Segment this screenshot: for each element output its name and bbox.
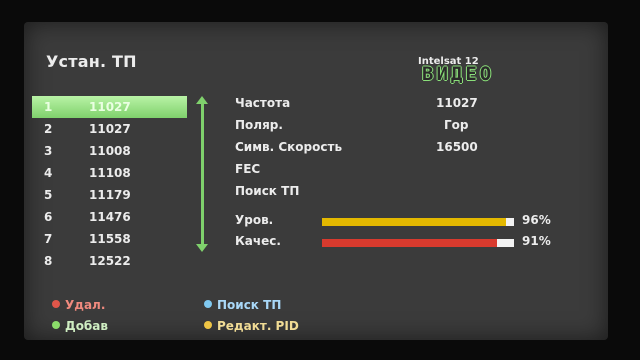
signal-quality-percent: 91% <box>522 234 551 248</box>
fec-label: FEC <box>235 162 261 176</box>
symbol-rate-label: Симв. Скорость <box>235 140 343 154</box>
tp-frequency: 12522 <box>89 254 131 268</box>
list-scrollbar[interactable] <box>194 96 210 252</box>
scroll-up-arrow-icon[interactable] <box>196 96 208 104</box>
tp-number: 1 <box>44 100 53 114</box>
tp-frequency: 11008 <box>89 144 131 158</box>
scroll-down-arrow-icon[interactable] <box>196 244 208 252</box>
legend-add-label: Добав <box>65 319 109 333</box>
signal-quality-label: Качес. <box>235 234 281 248</box>
scrollbar-track <box>201 104 204 244</box>
signal-quality-fill <box>322 239 497 247</box>
tp-frequency: 11027 <box>89 122 131 136</box>
legend-delete-label: Удал. <box>65 298 106 312</box>
transponder-row[interactable]: 2 11027 <box>32 118 187 140</box>
tp-number: 2 <box>44 122 53 136</box>
signal-level-percent: 96% <box>522 213 551 227</box>
legend-edit-pid[interactable]: Редакт. PID <box>204 319 299 333</box>
blue-button-icon <box>204 300 212 308</box>
transponder-row[interactable]: 4 11108 <box>32 162 187 184</box>
tp-number: 3 <box>44 144 53 158</box>
tp-number: 4 <box>44 166 53 180</box>
polarization-value[interactable]: Гор <box>444 118 468 132</box>
signal-level-bar <box>322 218 514 226</box>
legend-delete[interactable]: Удал. <box>52 298 105 312</box>
signal-level-fill <box>322 218 507 226</box>
legend-add[interactable]: Добав <box>52 319 108 333</box>
tp-search-field[interactable]: Поиск ТП <box>235 184 299 198</box>
mode-label: ВИДЕО <box>422 63 495 85</box>
legend-edit-pid-label: Редакт. PID <box>217 319 299 333</box>
legend-search[interactable]: Поиск ТП <box>204 298 281 312</box>
transponder-row[interactable]: 3 11008 <box>32 140 187 162</box>
tp-number: 5 <box>44 188 53 202</box>
frequency-value[interactable]: 11027 <box>436 96 478 110</box>
green-button-icon <box>52 321 60 329</box>
transponder-list: 1 11027 2 11027 3 11008 4 11108 5 11179 … <box>32 96 187 272</box>
tp-number: 7 <box>44 232 53 246</box>
tp-number: 6 <box>44 210 53 224</box>
transponder-row[interactable]: 7 11558 <box>32 228 187 250</box>
tp-frequency: 11179 <box>89 188 131 202</box>
symbol-rate-value[interactable]: 16500 <box>436 140 478 154</box>
transponder-row[interactable]: 6 11476 <box>32 206 187 228</box>
legend-search-label: Поиск ТП <box>217 298 282 312</box>
tp-frequency: 11476 <box>89 210 131 224</box>
transponder-row[interactable]: 5 11179 <box>32 184 187 206</box>
signal-quality-bar <box>322 239 514 247</box>
tp-frequency: 11027 <box>89 100 131 114</box>
tp-frequency: 11108 <box>89 166 131 180</box>
red-button-icon <box>52 300 60 308</box>
tp-number: 8 <box>44 254 53 268</box>
yellow-button-icon <box>204 321 212 329</box>
page-title: Устан. ТП <box>46 52 137 71</box>
polarization-label: Поляр. <box>235 118 283 132</box>
screen: Устан. ТП Intelsat 12 ВИДЕО 1 11027 2 11… <box>24 22 608 340</box>
transponder-row[interactable]: 8 12522 <box>32 250 187 272</box>
signal-level-label: Уров. <box>235 213 274 227</box>
tp-frequency: 11558 <box>89 232 131 246</box>
frequency-label: Частота <box>235 96 291 110</box>
transponder-row[interactable]: 1 11027 <box>32 96 187 118</box>
